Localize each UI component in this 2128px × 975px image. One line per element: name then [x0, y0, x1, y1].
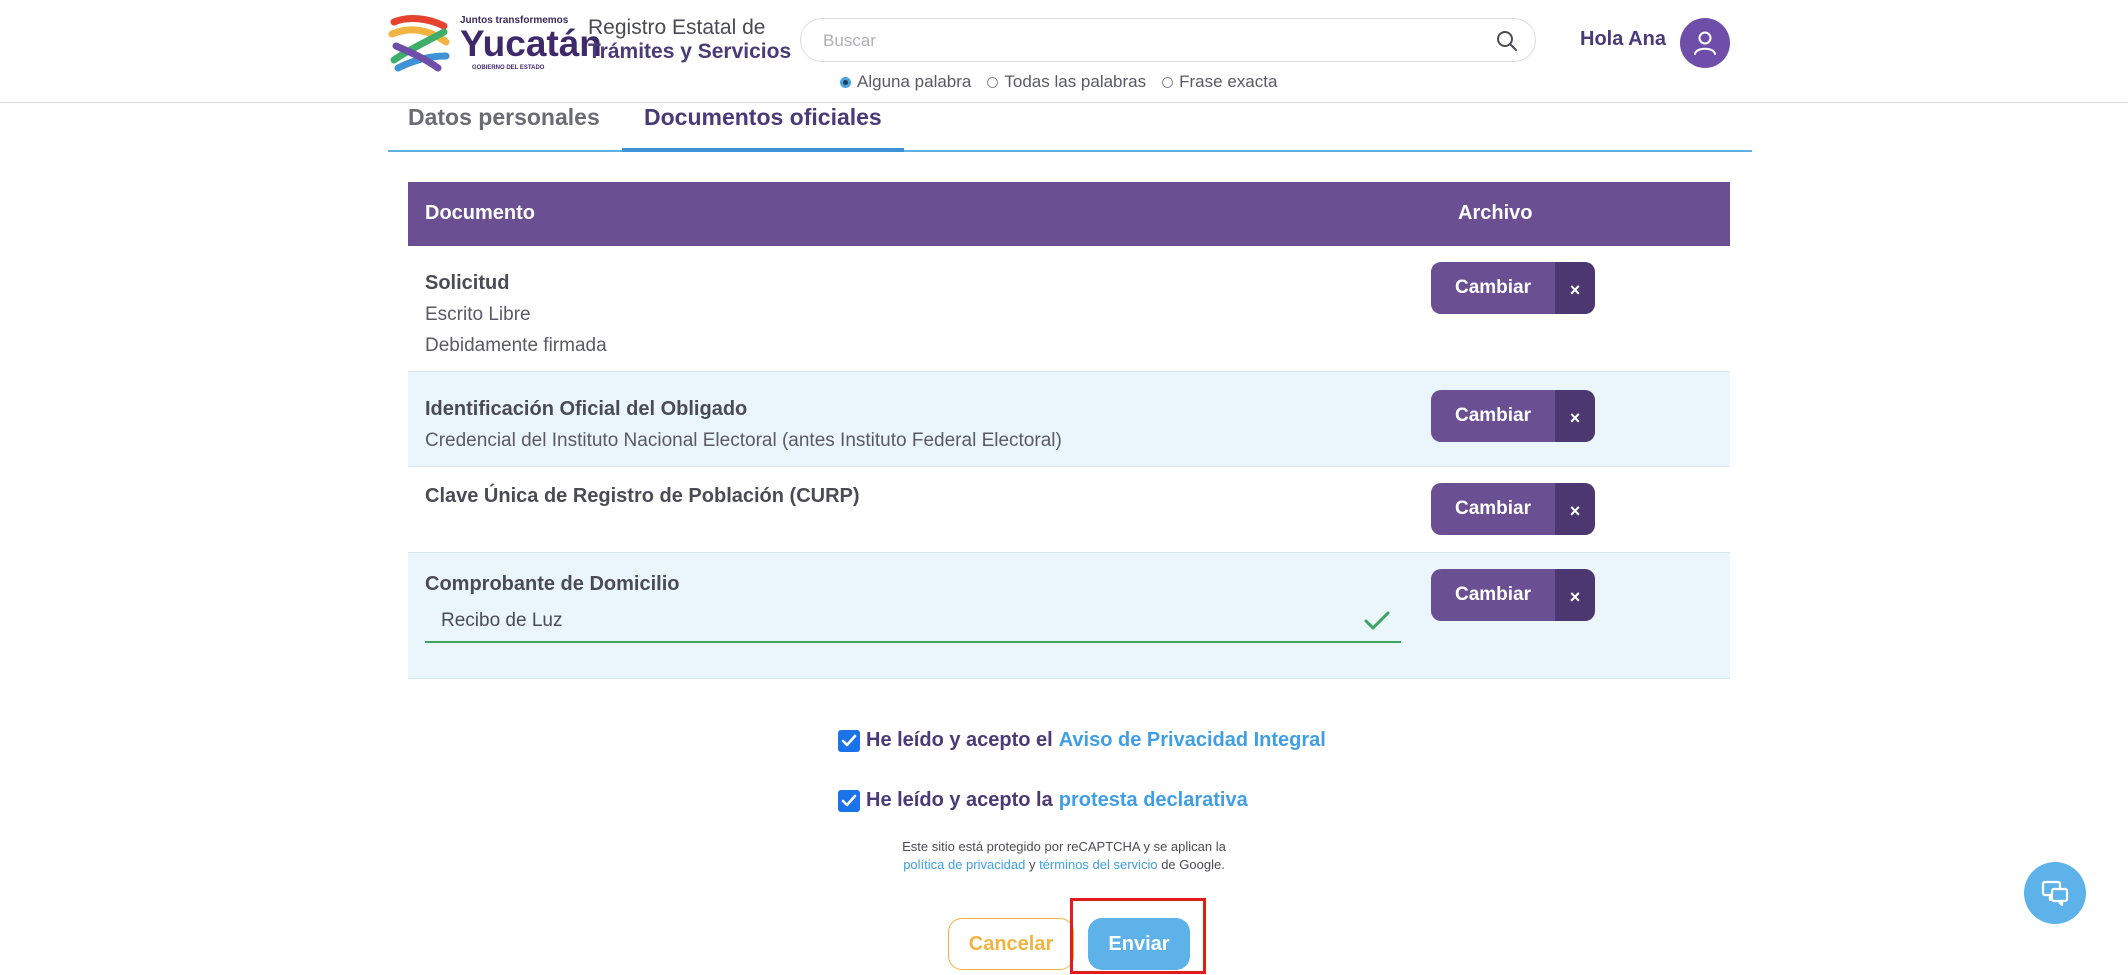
remove-file-button[interactable]: × [1555, 390, 1595, 442]
change-file-button[interactable]: Cambiar [1431, 390, 1555, 442]
profile-tabs: Datos personales Documentos oficiales [388, 102, 1752, 152]
document-title: Clave Única de Registro de Población (CU… [425, 485, 860, 507]
user-icon [1694, 31, 1716, 55]
valid-check-icon [1364, 611, 1390, 630]
recaptcha-notice: Este sitio está protegido por reCAPTCHA … [0, 838, 2128, 874]
search-mode-label: Todas las palabras [1004, 72, 1147, 91]
document-description-field [425, 603, 1401, 643]
radio-selected[interactable] [840, 76, 851, 88]
column-header-archivo: Archivo [1458, 202, 1533, 224]
remove-file-button[interactable]: × [1555, 262, 1595, 314]
recaptcha-line1: Este sitio está protegido por reCAPTCHA … [902, 839, 1226, 854]
document-detail: Debidamente firmada [425, 335, 607, 356]
table-row: Clave Única de Registro de Población (CU… [408, 467, 1730, 553]
table-row: Identificación Oficial del Obligado Cred… [408, 372, 1730, 467]
documents-table: Documento Archivo Solicitud Escrito Libr… [408, 182, 1730, 679]
site-title-line1: Registro Estatal de [588, 16, 766, 39]
document-description-input[interactable] [439, 605, 1323, 637]
search-mode-options: Alguna palabra Todas las palabras Frase … [840, 72, 1277, 92]
table-row: Comprobante de Domicilio Cambiar × [408, 553, 1730, 679]
site-title[interactable]: Registro Estatal de Trámites y Servicios [588, 16, 791, 64]
chat-icon [2041, 880, 2069, 907]
search-bar [800, 18, 1536, 62]
user-greeting: Hola Ana [1580, 28, 1666, 50]
file-actions: Cambiar × [1431, 262, 1595, 314]
privacy-consent-text: He leído y acepto el [866, 729, 1053, 751]
search-icon[interactable] [1495, 29, 1519, 53]
checkmark-icon [841, 734, 857, 746]
google-privacy-link[interactable]: política de privacidad [903, 857, 1025, 872]
site-title-line2: Trámites y Servicios [588, 40, 792, 63]
recaptcha-and: y [1028, 857, 1036, 872]
file-actions: Cambiar × [1431, 483, 1595, 535]
remove-file-button[interactable]: × [1555, 569, 1595, 621]
send-button[interactable]: Enviar [1088, 918, 1190, 970]
declaration-consent: He leído y acepto la protesta declarativ… [838, 789, 1248, 812]
logo-emblem-icon [388, 15, 450, 72]
search-mode-all-words[interactable]: Todas las palabras [987, 72, 1146, 92]
recaptcha-suffix: de Google. [1161, 857, 1225, 872]
document-detail: Escrito Libre [425, 304, 531, 325]
recaptcha-line2: política de privacidad y términos del se… [0, 856, 2128, 874]
user-avatar[interactable] [1680, 18, 1730, 68]
change-file-button[interactable]: Cambiar [1431, 262, 1555, 314]
site-header: Juntos transformemos Yucatán GOBIERNO DE… [0, 0, 2128, 103]
change-file-button[interactable]: Cambiar [1431, 569, 1555, 621]
privacy-notice-link[interactable]: Aviso de Privacidad Integral [1059, 729, 1326, 752]
file-actions: Cambiar × [1431, 569, 1595, 621]
tab-documentos-oficiales[interactable]: Documentos oficiales [622, 102, 904, 152]
search-input[interactable] [821, 27, 1465, 55]
table-row: Solicitud Escrito Libre Debidamente firm… [408, 246, 1730, 372]
file-actions: Cambiar × [1431, 390, 1595, 442]
document-title: Identificación Oficial del Obligado [425, 398, 748, 420]
search-mode-any-word[interactable]: Alguna palabra [840, 72, 971, 92]
logo-wordmark: Yucatán [460, 23, 602, 64]
change-file-button[interactable]: Cambiar [1431, 483, 1555, 535]
document-title: Solicitud [425, 272, 510, 294]
google-terms-link[interactable]: términos del servicio [1039, 857, 1158, 872]
search-mode-label: Frase exacta [1179, 72, 1278, 91]
search-mode-exact-phrase[interactable]: Frase exacta [1162, 72, 1277, 92]
privacy-consent: He leído y acepto el Aviso de Privacidad… [838, 729, 1326, 752]
declaration-checkbox[interactable] [838, 789, 860, 812]
search-mode-label: Alguna palabra [857, 72, 972, 91]
radio-unselected[interactable] [1162, 76, 1174, 88]
cancel-button[interactable]: Cancelar [948, 918, 1074, 970]
table-header: Documento Archivo [408, 182, 1730, 246]
privacy-checkbox[interactable] [838, 729, 860, 752]
document-title: Comprobante de Domicilio [425, 573, 680, 595]
column-header-documento: Documento [425, 202, 535, 224]
declaration-consent-text: He leído y acepto la [866, 789, 1053, 811]
declaration-link[interactable]: protesta declarativa [1059, 789, 1248, 812]
document-detail: Credencial del Instituto Nacional Electo… [425, 430, 1062, 451]
checkmark-icon [841, 794, 857, 806]
remove-file-button[interactable]: × [1555, 483, 1595, 535]
chat-button[interactable] [2024, 862, 2086, 924]
tab-datos-personales[interactable]: Datos personales [388, 102, 622, 148]
logo-subline: GOBIERNO DEL ESTADO [472, 65, 545, 71]
radio-unselected[interactable] [987, 76, 999, 88]
yucatan-logo[interactable]: Juntos transformemos Yucatán GOBIERNO DE… [388, 10, 602, 72]
